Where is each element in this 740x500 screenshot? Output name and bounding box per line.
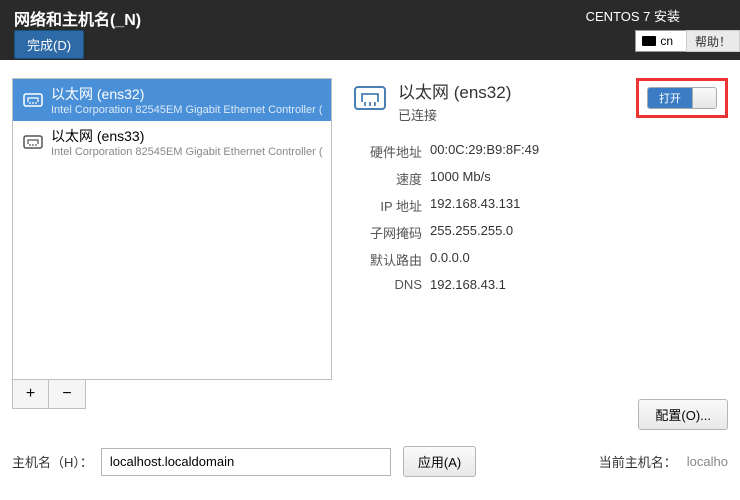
detail-value: 192.168.43.1	[430, 277, 506, 292]
interface-text: 以太网 (ens32) Intel Corporation 82545EM Gi…	[51, 84, 323, 116]
ethernet-icon	[21, 88, 45, 112]
toggle-on-label: 打开	[648, 88, 692, 108]
detail-value: 00:0C:29:B9:8F:49	[430, 142, 539, 161]
detail-label: IP 地址	[350, 196, 422, 215]
detail-row-hwaddr: 硬件地址 00:0C:29:B9:8F:49	[350, 142, 728, 161]
right-column: 以太网 (ens32) 已连接 打开 硬件地址 00:0C:29:B9:8F:49…	[332, 78, 728, 430]
current-hostname-value: localho	[687, 454, 728, 469]
detail-row-gw: 默认路由 0.0.0.0	[350, 250, 728, 269]
content-area: 以太网 (ens32) Intel Corporation 82545EM Gi…	[0, 60, 740, 430]
ethernet-large-icon	[350, 78, 390, 118]
top-header: 网络和主机名(_N) 完成(D) CENTOS 7 安装 cn 帮助！	[0, 0, 740, 60]
detail-row-dns: DNS 192.168.43.1	[350, 277, 728, 292]
detail-value: 0.0.0.0	[430, 250, 470, 269]
detail-label: 硬件地址	[350, 142, 422, 161]
detail-row-mask: 子网掩码 255.255.255.0	[350, 223, 728, 242]
interface-subtitle: Intel Corporation 82545EM Gigabit Ethern…	[51, 104, 323, 116]
connection-toggle[interactable]: 打开	[647, 87, 717, 109]
ethernet-icon	[21, 130, 45, 154]
toggle-highlight-box: 打开	[636, 78, 728, 118]
help-button[interactable]: 帮助！	[686, 30, 740, 52]
remove-interface-button[interactable]: −	[49, 380, 85, 408]
detail-value: 1000 Mb/s	[430, 169, 491, 188]
connection-title-block: 以太网 (ens32) 已连接	[398, 78, 511, 124]
interface-item-ens33[interactable]: 以太网 (ens33) Intel Corporation 82545EM Gi…	[13, 121, 331, 163]
connection-header: 以太网 (ens32) 已连接 打开	[350, 78, 728, 124]
toggle-knob	[692, 88, 716, 108]
detail-row-ip: IP 地址 192.168.43.131	[350, 196, 728, 215]
footer-row: 主机名（H）： 应用(A) 当前主机名： localho	[0, 430, 740, 477]
interface-text: 以太网 (ens33) Intel Corporation 82545EM Gi…	[51, 126, 323, 158]
interface-list: 以太网 (ens32) Intel Corporation 82545EM Gi…	[12, 78, 332, 380]
interface-name: 以太网 (ens32)	[51, 84, 323, 104]
apply-button[interactable]: 应用(A)	[403, 446, 476, 477]
interface-subtitle: Intel Corporation 82545EM Gigabit Ethern…	[51, 146, 323, 158]
detail-value: 192.168.43.131	[430, 196, 520, 215]
hostname-label: 主机名（H）：	[12, 452, 93, 471]
detail-label: 子网掩码	[350, 223, 422, 242]
connection-title: 以太网 (ens32)	[398, 78, 511, 103]
page-title: 网络和主机名(_N)	[14, 6, 141, 30]
add-interface-button[interactable]: +	[13, 380, 49, 408]
current-hostname-label: 当前主机名：	[599, 452, 677, 471]
connection-status: 已连接	[398, 105, 511, 124]
left-column: 以太网 (ens32) Intel Corporation 82545EM Gi…	[12, 78, 332, 430]
done-button[interactable]: 完成(D)	[14, 30, 84, 59]
install-label: CENTOS 7 安装	[586, 6, 680, 25]
detail-row-speed: 速度 1000 Mb/s	[350, 169, 728, 188]
keyboard-indicator[interactable]: cn	[635, 30, 688, 52]
interface-item-ens32[interactable]: 以太网 (ens32) Intel Corporation 82545EM Gi…	[13, 79, 331, 121]
detail-label: 默认路由	[350, 250, 422, 269]
hostname-input[interactable]	[101, 448, 391, 476]
keyboard-layout-text: cn	[660, 34, 673, 48]
connection-details: 硬件地址 00:0C:29:B9:8F:49 速度 1000 Mb/s IP 地址 1…	[350, 142, 728, 292]
detail-label: DNS	[350, 277, 422, 292]
detail-value: 255.255.255.0	[430, 223, 513, 242]
list-buttons: + −	[12, 380, 86, 409]
interface-name: 以太网 (ens33)	[51, 126, 323, 146]
detail-label: 速度	[350, 169, 422, 188]
configure-button[interactable]: 配置(O)...	[638, 399, 728, 430]
